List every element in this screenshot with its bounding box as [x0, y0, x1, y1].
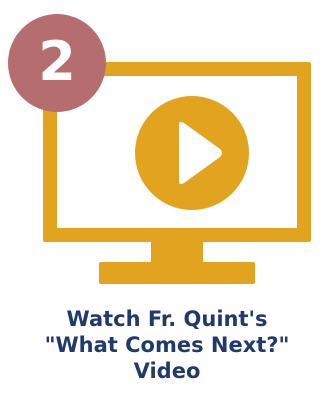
video-caption[interactable]: Watch Fr. Quint's "What Comes Next?" Vid… — [0, 306, 334, 384]
step-number-badge: 2 — [8, 14, 106, 112]
caption-line-2: "What Comes Next?" — [44, 333, 290, 357]
monitor-base — [99, 262, 255, 284]
caption-line-3: Video — [133, 359, 201, 383]
step-number: 2 — [38, 30, 76, 93]
monitor-neck — [151, 242, 203, 264]
caption-line-1: Watch Fr. Quint's — [66, 307, 268, 331]
video-step-card[interactable]: 2 Watch Fr. Quint's "What Comes Next?" V… — [0, 0, 334, 394]
